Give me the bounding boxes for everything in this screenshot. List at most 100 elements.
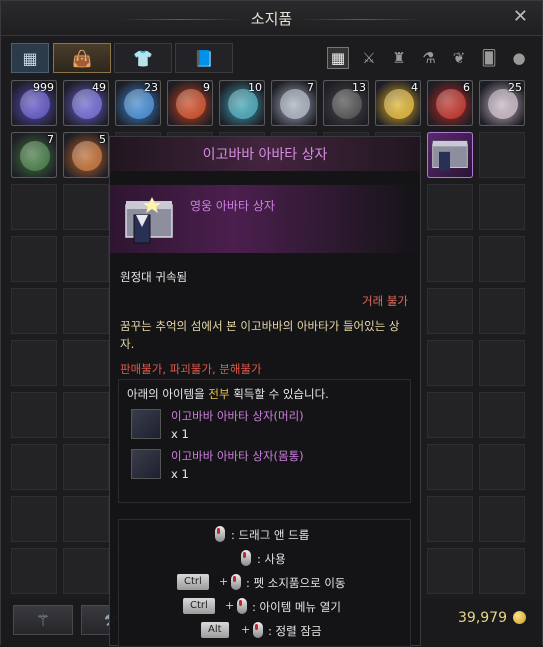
inventory-slot[interactable]: [63, 496, 109, 542]
title-bar[interactable]: 소지품 ✕: [1, 1, 542, 36]
inventory-slot[interactable]: [63, 288, 109, 334]
inventory-slot[interactable]: [63, 444, 109, 490]
restriction-sell: 판매불가: [120, 362, 163, 376]
inventory-slot[interactable]: [11, 236, 57, 282]
inventory-slot[interactable]: [427, 288, 473, 334]
inventory-slot[interactable]: [479, 184, 525, 230]
tab-inventory[interactable]: 👜: [53, 43, 111, 73]
window-title: 소지품: [250, 10, 293, 28]
inventory-slot[interactable]: [427, 444, 473, 490]
leaf-icon[interactable]: ❦: [448, 47, 470, 69]
inventory-slot[interactable]: [63, 236, 109, 282]
inventory-slot[interactable]: [11, 340, 57, 386]
armor-icon[interactable]: ♜: [388, 47, 410, 69]
inventory-slot[interactable]: [11, 184, 57, 230]
key-hint-label: : 드래그 앤 드롭: [231, 528, 310, 542]
inventory-item[interactable]: 9: [167, 80, 213, 126]
inventory-slot[interactable]: [63, 184, 109, 230]
inventory-item[interactable]: 999: [11, 80, 57, 126]
item-art-icon: [20, 141, 50, 171]
inventory-slot[interactable]: [479, 392, 525, 438]
mouse-icon: [215, 526, 225, 542]
avatar-box-icon: [432, 140, 468, 171]
item-count: 5: [99, 133, 106, 146]
inventory-item[interactable]: 23: [115, 80, 161, 126]
reward-body-icon: [131, 449, 161, 479]
inventory-slot[interactable]: [11, 444, 57, 490]
item-tooltip: 이고바바 아바타 상자 영웅 아바타 상자 원정대 귀속됨 거래 불가 꿈꾸는 …: [109, 136, 421, 647]
trade-status: 거래 불가: [362, 294, 408, 308]
money-display: 39,979: [458, 610, 526, 626]
inventory-slot[interactable]: [479, 132, 525, 178]
item-count: 49: [92, 81, 106, 94]
potion-icon[interactable]: ⚗: [418, 47, 440, 69]
inventory-slot[interactable]: [427, 392, 473, 438]
inventory-slot[interactable]: [427, 548, 473, 594]
item-art-icon: [280, 89, 310, 119]
inventory-slot[interactable]: [427, 236, 473, 282]
inventory-slot[interactable]: [479, 236, 525, 282]
item-count: 10: [248, 81, 262, 94]
acquire-all: 전부: [208, 387, 230, 401]
mouse-icon: [231, 574, 241, 590]
item-restrictions: 판매불가, 파괴불가, 분해불가: [120, 361, 262, 377]
trident-icon[interactable]: ⚚: [13, 605, 73, 635]
reward-list: 아래의 아이템을 전부 획득할 수 있습니다. 이고바바 아바타 상자(머리) …: [118, 379, 411, 503]
inventory-item[interactable]: 10: [219, 80, 265, 126]
inventory-slot[interactable]: [63, 392, 109, 438]
item-count: 999: [33, 81, 54, 94]
inventory-item[interactable]: 7: [271, 80, 317, 126]
item-count: 23: [144, 81, 158, 94]
swords-icon[interactable]: ⚔: [358, 47, 380, 69]
inventory-slot[interactable]: [11, 288, 57, 334]
inventory-item[interactable]: 7: [11, 132, 57, 178]
plus-icon: +: [225, 599, 235, 612]
tab-book[interactable]: 📘: [175, 43, 233, 73]
inventory-slot[interactable]: [63, 340, 109, 386]
acquire-prefix: 아래의 아이템을: [127, 387, 209, 401]
book-icon: 📘: [194, 48, 214, 68]
inventory-slot[interactable]: [11, 548, 57, 594]
close-icon[interactable]: ✕: [513, 6, 528, 27]
acquire-suffix: 획득할 수 있습니다.: [229, 387, 329, 401]
avatar-box-item[interactable]: [427, 132, 473, 178]
key-hint-label: : 정렬 잠금: [268, 624, 322, 638]
inventory-slot[interactable]: [479, 548, 525, 594]
inventory-slot[interactable]: [63, 548, 109, 594]
alt-key: Alt: [201, 622, 229, 638]
inventory-slot[interactable]: [427, 184, 473, 230]
reward-qty: x 1: [171, 427, 189, 441]
item-art-icon: [384, 89, 414, 119]
inventory-slot[interactable]: [479, 444, 525, 490]
key-hint-label: : 아이템 메뉴 열기: [252, 600, 341, 614]
inventory-item[interactable]: 25: [479, 80, 525, 126]
inventory-item[interactable]: 4: [375, 80, 421, 126]
inventory-item[interactable]: 49: [63, 80, 109, 126]
money-amount: 39,979: [458, 610, 507, 626]
inventory-slot[interactable]: [479, 496, 525, 542]
item-count: 4: [411, 81, 418, 94]
reward-name: 이고바바 아바타 상자(머리): [171, 409, 304, 423]
item-art-icon: [436, 89, 466, 119]
filter-all-icon[interactable]: ▦: [327, 47, 349, 69]
inventory-slot[interactable]: [479, 288, 525, 334]
inventory-item[interactable]: 13: [323, 80, 369, 126]
inventory-slot[interactable]: [11, 392, 57, 438]
more-icon[interactable]: ●: [508, 47, 530, 69]
item-count: 25: [508, 81, 522, 94]
tab-avatar[interactable]: 👕: [114, 43, 172, 73]
restriction-destroy: 파괴불가: [169, 362, 212, 376]
inventory-slot[interactable]: [427, 340, 473, 386]
inventory-item[interactable]: 5: [63, 132, 109, 178]
cloth-icon: 👕: [133, 48, 153, 68]
item-count: 7: [47, 133, 54, 146]
item-count: 6: [463, 81, 470, 94]
inventory-slot[interactable]: [479, 340, 525, 386]
inventory-slot[interactable]: [427, 496, 473, 542]
tab-all-grid[interactable]: ▦: [11, 43, 49, 73]
inventory-slot[interactable]: [11, 496, 57, 542]
mouse-icon: [241, 550, 251, 566]
cards-icon[interactable]: 🂠: [478, 47, 500, 69]
item-description: 꿈꾸는 추억의 섬에서 본 이고바바의 아바타가 들어있는 상자.: [120, 319, 400, 351]
inventory-item[interactable]: 6: [427, 80, 473, 126]
